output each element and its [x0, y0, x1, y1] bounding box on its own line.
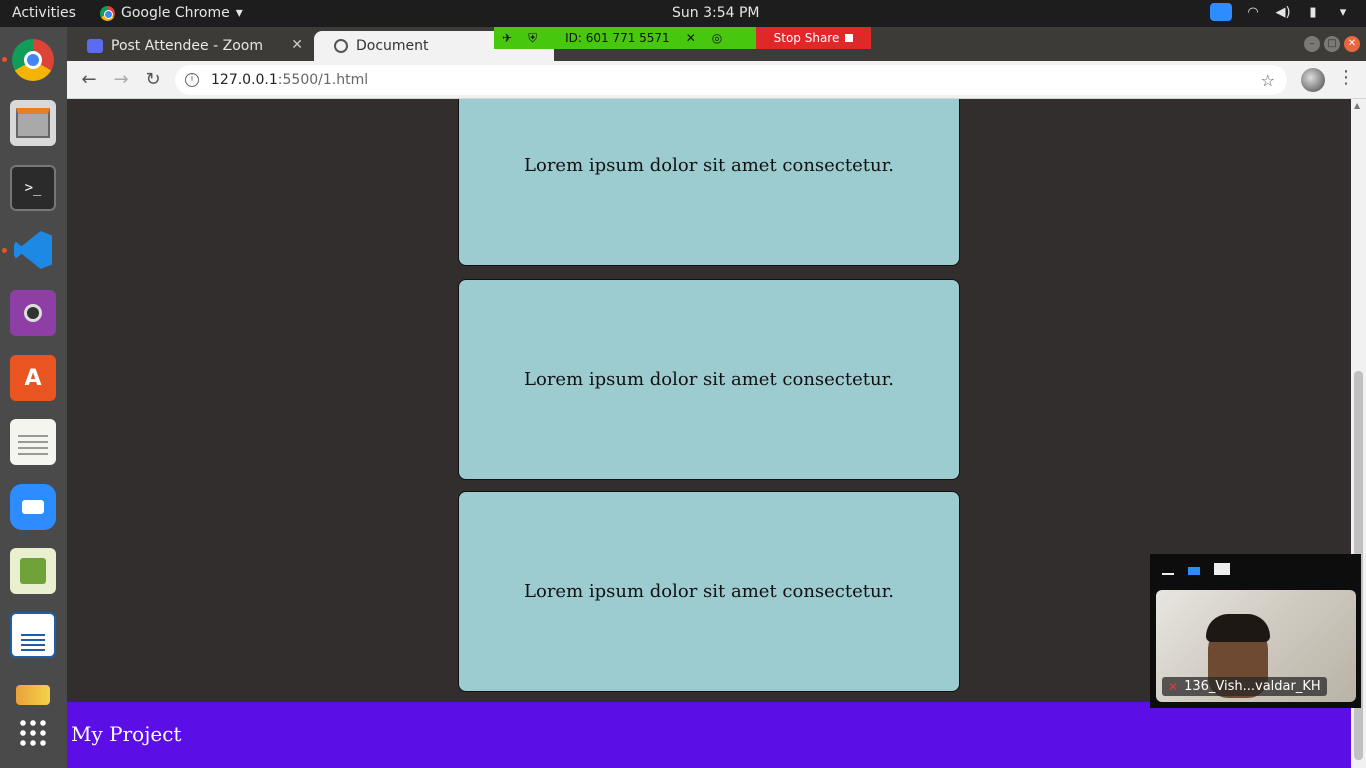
- running-indicator: [2, 57, 7, 62]
- reload-icon[interactable]: ↻: [142, 69, 164, 91]
- zoom-icon[interactable]: [10, 484, 56, 530]
- content-card: Lorem ipsum dolor sit amet consectetur.: [458, 491, 960, 692]
- forward-arrow-icon[interactable]: →: [110, 69, 132, 91]
- image-editor-icon[interactable]: [10, 548, 56, 594]
- back-arrow-icon[interactable]: ←: [78, 69, 100, 91]
- tab-title: Post Attendee - Zoom: [111, 38, 263, 54]
- activities-button[interactable]: Activities: [12, 5, 76, 21]
- maximize-icon[interactable]: □: [1324, 36, 1340, 52]
- tab-zoom[interactable]: Post Attendee - Zoom ✕: [67, 31, 313, 61]
- browser-toolbar: ← → ↻ i 127.0.0.1:5500/1.html ☆ ⋮: [67, 61, 1366, 99]
- url-path: :5500/1.html: [277, 72, 369, 88]
- active-speaker-view-icon[interactable]: [1188, 567, 1200, 575]
- participant-name-tag: ✕ 136_Vish...valdar_KH: [1162, 677, 1327, 696]
- text-editor-icon[interactable]: [10, 419, 56, 465]
- wifi-icon[interactable]: ◠: [1244, 3, 1262, 21]
- battery-icon[interactable]: ▮: [1304, 3, 1322, 21]
- stop-square-icon: [845, 34, 854, 42]
- tab-title: Document: [356, 38, 429, 54]
- stop-share-label: Stop Share: [773, 31, 840, 45]
- participant-name: 136_Vish...valdar_KH: [1184, 679, 1321, 694]
- chevron-down-icon: ▾: [235, 5, 243, 21]
- system-top-bar: Activities Google Chrome ▾ Sun 3:54 PM ◠…: [0, 0, 1366, 27]
- meeting-id: ID: 601 771 5571: [565, 31, 670, 45]
- card-text: Lorem ipsum dolor sit amet consectetur.: [524, 369, 894, 390]
- zoom-tray-icon[interactable]: [1210, 3, 1232, 21]
- running-indicator: [2, 248, 7, 253]
- card-text: Lorem ipsum dolor sit amet consectetur.: [524, 155, 894, 176]
- dock: >_ A: [0, 27, 67, 768]
- files-icon[interactable]: [10, 100, 56, 146]
- close-window-icon[interactable]: ✕: [1344, 36, 1360, 52]
- app-menu[interactable]: Google Chrome ▾: [100, 5, 243, 21]
- minimize-icon[interactable]: –: [1304, 36, 1320, 52]
- mic-muted-icon: ✕: [1168, 679, 1179, 694]
- app-menu-label: Google Chrome: [121, 5, 230, 21]
- content-card: Lorem ipsum dolor sit amet consectetur.: [458, 99, 960, 266]
- software-center-icon[interactable]: A: [10, 355, 56, 401]
- shield-icon[interactable]: ⛨: [528, 31, 537, 46]
- footer-title: My Project: [71, 722, 182, 746]
- more-menu-icon[interactable]: ⋮: [1337, 67, 1355, 88]
- zoom-share-bar: ✈ ⛨ ID: 601 771 5571 ✕ ◎ Stop Share: [494, 27, 871, 49]
- mic-muted-icon[interactable]: ✕: [686, 31, 696, 45]
- address-bar[interactable]: i 127.0.0.1:5500/1.html ☆: [175, 65, 1287, 95]
- hide-video-icon[interactable]: [1162, 563, 1174, 575]
- system-tray[interactable]: ◠ ◀) ▮ ▾: [1210, 3, 1366, 21]
- chrome-icon[interactable]: [10, 37, 56, 83]
- scroll-up-arrow-icon[interactable]: ▲: [1354, 101, 1360, 110]
- content-card: Lorem ipsum dolor sit amet consectetur.: [458, 279, 960, 480]
- participant-video[interactable]: ✕ 136_Vish...valdar_KH: [1156, 590, 1356, 702]
- zoom-favicon-icon: [87, 39, 103, 53]
- page-footer: My Project: [67, 702, 1351, 768]
- site-info-icon[interactable]: i: [185, 73, 199, 87]
- volume-icon[interactable]: ◀): [1274, 3, 1292, 21]
- record-icon[interactable]: ◎: [712, 31, 722, 45]
- profile-avatar[interactable]: [1301, 68, 1325, 92]
- card-text: Lorem ipsum dolor sit amet consectetur.: [524, 581, 894, 602]
- share-status: ✈ ⛨ ID: 601 771 5571 ✕ ◎: [494, 27, 756, 49]
- url-host: 127.0.0.1: [211, 72, 278, 88]
- globe-icon: [334, 39, 348, 53]
- power-menu-icon[interactable]: ▾: [1334, 3, 1352, 21]
- gallery-view-icon[interactable]: [1214, 563, 1230, 575]
- vscode-icon[interactable]: [10, 227, 56, 273]
- libreoffice-writer-icon[interactable]: [10, 612, 56, 658]
- video-panel-controls: [1162, 563, 1230, 575]
- close-tab-icon[interactable]: ✕: [291, 37, 303, 53]
- zoom-video-panel: ✕ 136_Vish...valdar_KH: [1150, 554, 1361, 708]
- show-applications-icon[interactable]: [10, 710, 56, 756]
- pin-icon[interactable]: ✈: [502, 31, 512, 45]
- chrome-icon: [100, 5, 115, 21]
- window-controls: – □ ✕: [1304, 36, 1360, 52]
- clock[interactable]: Sun 3:54 PM: [672, 5, 760, 21]
- bookmark-star-icon[interactable]: ☆: [1261, 71, 1275, 90]
- cheese-webcam-icon[interactable]: [10, 290, 56, 336]
- participant-hair: [1206, 614, 1270, 642]
- stop-share-button[interactable]: Stop Share: [756, 27, 871, 49]
- terminal-icon[interactable]: >_: [10, 165, 56, 211]
